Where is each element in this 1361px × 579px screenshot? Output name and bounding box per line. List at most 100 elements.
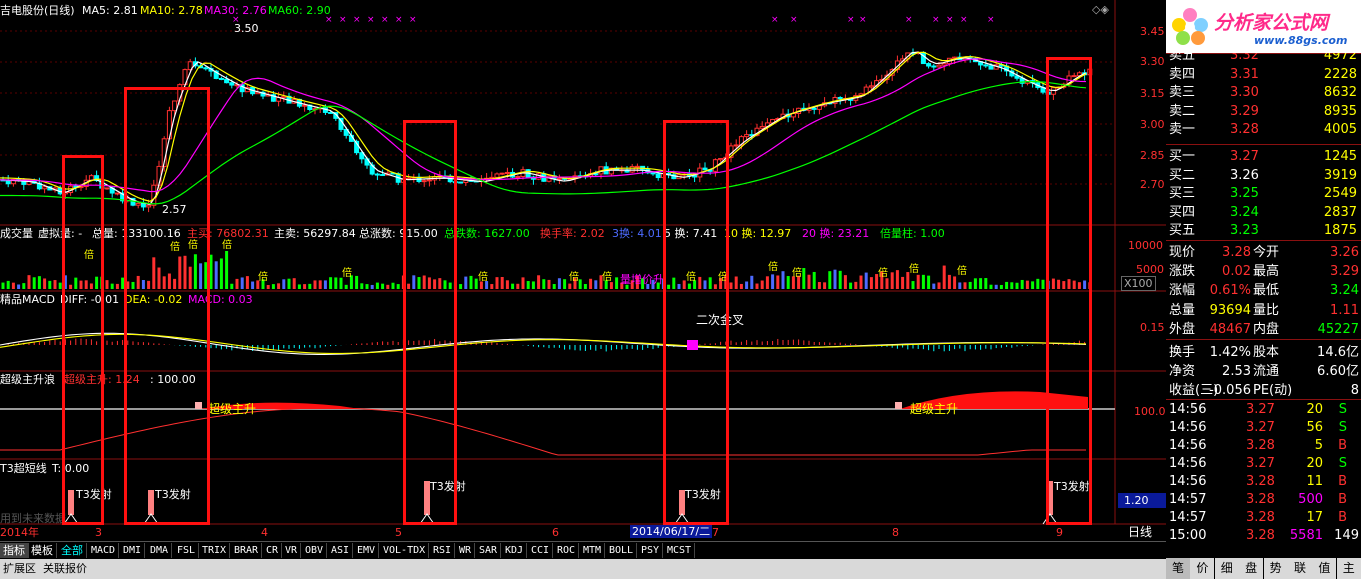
tab-related-quote[interactable]: 关联报价 — [40, 561, 90, 577]
tick-row: 14:56 3.28 11 B — [1166, 473, 1361, 491]
tab-obv[interactable]: OBV — [302, 543, 328, 558]
date-month-8: 8 — [892, 526, 899, 539]
sell-level-row[interactable]: 卖二 3.29 8935 — [1166, 102, 1361, 121]
buy-level-row[interactable]: 买三 3.25 2549 — [1166, 184, 1361, 203]
buy-level-row[interactable]: 买五 3.23 1875 — [1166, 221, 1361, 240]
volume-bar — [48, 280, 52, 289]
stat-row: 收益(三) -0.056 PE(动) 8 — [1166, 381, 1361, 400]
tab-macd[interactable]: MACD — [88, 543, 120, 558]
volume-bar — [750, 275, 754, 289]
panel-tab[interactable]: 细 — [1214, 558, 1239, 579]
volume-bar — [921, 274, 925, 289]
candle-body — [941, 63, 947, 66]
volume-bar — [391, 282, 395, 289]
tab-brar[interactable]: BRAR — [231, 543, 263, 558]
sell-level-row[interactable]: 卖一 3.28 4005 — [1166, 120, 1361, 139]
candle-body — [556, 177, 562, 180]
tab-dma[interactable]: DMA — [147, 543, 173, 558]
tab-fsl[interactable]: FSL — [174, 543, 200, 558]
tick-volume: 5 — [1314, 438, 1323, 453]
tab-asi[interactable]: ASI — [328, 543, 354, 558]
tab-vol-tdx[interactable]: VOL-TDX — [380, 543, 430, 558]
expand-icon[interactable]: ◇◈ — [1092, 3, 1109, 16]
volume-bar — [802, 268, 806, 289]
volume-bar — [526, 281, 530, 289]
tab-template[interactable]: 模板 — [28, 543, 57, 558]
kline-chart-area[interactable]: × × × × × × × × × × × × × × × × × 倍倍倍倍倍倍倍倍倍倍倍倍倍倍倍倍 吉电股份(日… — [0, 0, 1166, 540]
volume-bar — [43, 278, 47, 289]
volume-bar — [615, 277, 619, 289]
tick-list[interactable]: 14:56 3.27 20 S 14:56 3.27 56 S 14:56 3.28 5 B 14:56… — [1166, 400, 1361, 550]
tab-extension[interactable]: 扩展区 — [0, 561, 39, 577]
buy-level-row[interactable]: 买二 3.26 3919 — [1166, 166, 1361, 185]
stat-value: 0.61% — [1209, 283, 1251, 299]
tick-price: 3.27 — [1246, 456, 1275, 471]
stat-label: 股本 — [1253, 345, 1280, 360]
tab-roc[interactable]: ROC — [554, 543, 580, 558]
volume-bar — [838, 270, 842, 289]
candle-body — [952, 56, 958, 59]
buy-level-row[interactable]: 买四 3.24 2837 — [1166, 203, 1361, 222]
tab-rsi[interactable]: RSI — [430, 543, 456, 558]
tab-all[interactable]: 全部 — [58, 543, 87, 558]
stat-value: 1.42% — [1209, 345, 1251, 360]
panel-tab[interactable]: 价 — [1190, 558, 1215, 579]
tab-cr[interactable]: CR — [263, 543, 283, 558]
sell-level-row[interactable]: 卖四 3.31 2228 — [1166, 65, 1361, 84]
volume-bar — [823, 282, 827, 289]
volume-bar — [53, 280, 57, 289]
tab-indicator[interactable]: 指标 — [0, 543, 29, 558]
tab-boll[interactable]: BOLL — [606, 543, 638, 558]
volume-bar — [557, 278, 561, 289]
tick-volume: 17 — [1306, 510, 1323, 525]
tick-volume: 20 — [1306, 402, 1323, 417]
tab-kdj[interactable]: KDJ — [502, 543, 528, 558]
candle-body — [920, 51, 926, 65]
volume-bar — [365, 284, 369, 289]
tick-row: 14:56 3.27 20 S — [1166, 455, 1361, 473]
sell-level-row[interactable]: 卖三 3.30 8632 — [1166, 83, 1361, 102]
candle-body — [504, 171, 510, 174]
volume-bar — [947, 274, 951, 289]
volume-bar — [516, 283, 520, 289]
period-label[interactable]: 日线 — [1128, 526, 1152, 539]
tab-cci[interactable]: CCI — [528, 543, 554, 558]
candle-body — [811, 107, 817, 110]
panel-tab[interactable]: 笔 — [1166, 558, 1190, 579]
level-price: 3.23 — [1230, 223, 1259, 238]
tab-sar[interactable]: SAR — [476, 543, 502, 558]
double-volume-mark: 倍 — [768, 260, 778, 273]
tab-dmi[interactable]: DMI — [120, 543, 146, 558]
buy-level-row[interactable]: 买一 3.27 1245 — [1166, 147, 1361, 166]
panel-tab[interactable]: 势 — [1263, 558, 1288, 579]
volume-bar — [329, 277, 333, 289]
volume-bar — [386, 284, 390, 289]
sell-level-row[interactable]: 卖五 3.32 4972 — [1166, 53, 1361, 65]
level-label: 买三 — [1169, 186, 1196, 201]
volume-axis-label: 10000 — [1128, 239, 1163, 252]
tab-mcst[interactable]: MCST — [664, 543, 696, 558]
turnover-rate: 换手率: 2.02 — [540, 227, 605, 240]
signal-x-mark: × — [409, 15, 417, 25]
tab-mtm[interactable]: MTM — [580, 543, 606, 558]
tab-emv[interactable]: EMV — [354, 543, 380, 558]
level-price: 3.29 — [1230, 103, 1259, 119]
panel-tab[interactable]: 主 — [1336, 558, 1361, 579]
tab-vr[interactable]: VR — [282, 543, 302, 558]
stat-label: 涨跌 — [1169, 264, 1196, 280]
level-label: 买五 — [1169, 223, 1196, 238]
tab-trix[interactable]: TRIX — [199, 543, 231, 558]
volume-bar — [609, 282, 613, 289]
macd-label: 精品MACD — [0, 293, 55, 306]
signal-x-mark: × — [960, 15, 968, 25]
volume-bar — [396, 284, 400, 289]
panel-tab[interactable]: 值 — [1312, 558, 1337, 579]
volume-bar — [890, 272, 894, 289]
panel-tab[interactable]: 联 — [1288, 558, 1312, 579]
candle-body — [983, 64, 989, 67]
panel-tab[interactable]: 盘 — [1239, 558, 1264, 579]
level-price: 3.25 — [1230, 186, 1259, 201]
tab-wr[interactable]: WR — [456, 543, 476, 558]
level-volume: 4972 — [1323, 53, 1357, 63]
tab-psy[interactable]: PSY — [638, 543, 664, 558]
